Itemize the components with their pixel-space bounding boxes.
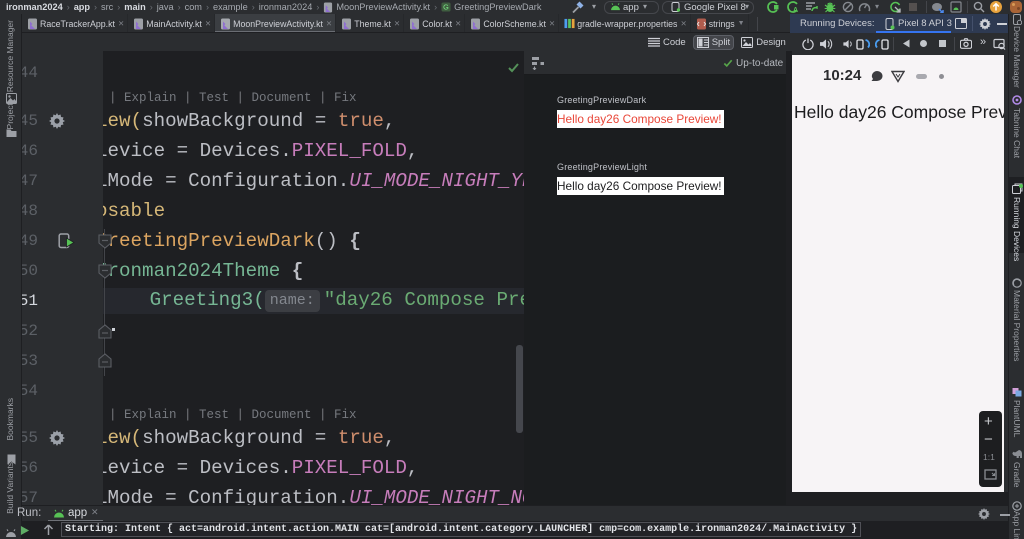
svg-text:G: G xyxy=(443,3,449,12)
svg-text:A: A xyxy=(793,7,798,13)
